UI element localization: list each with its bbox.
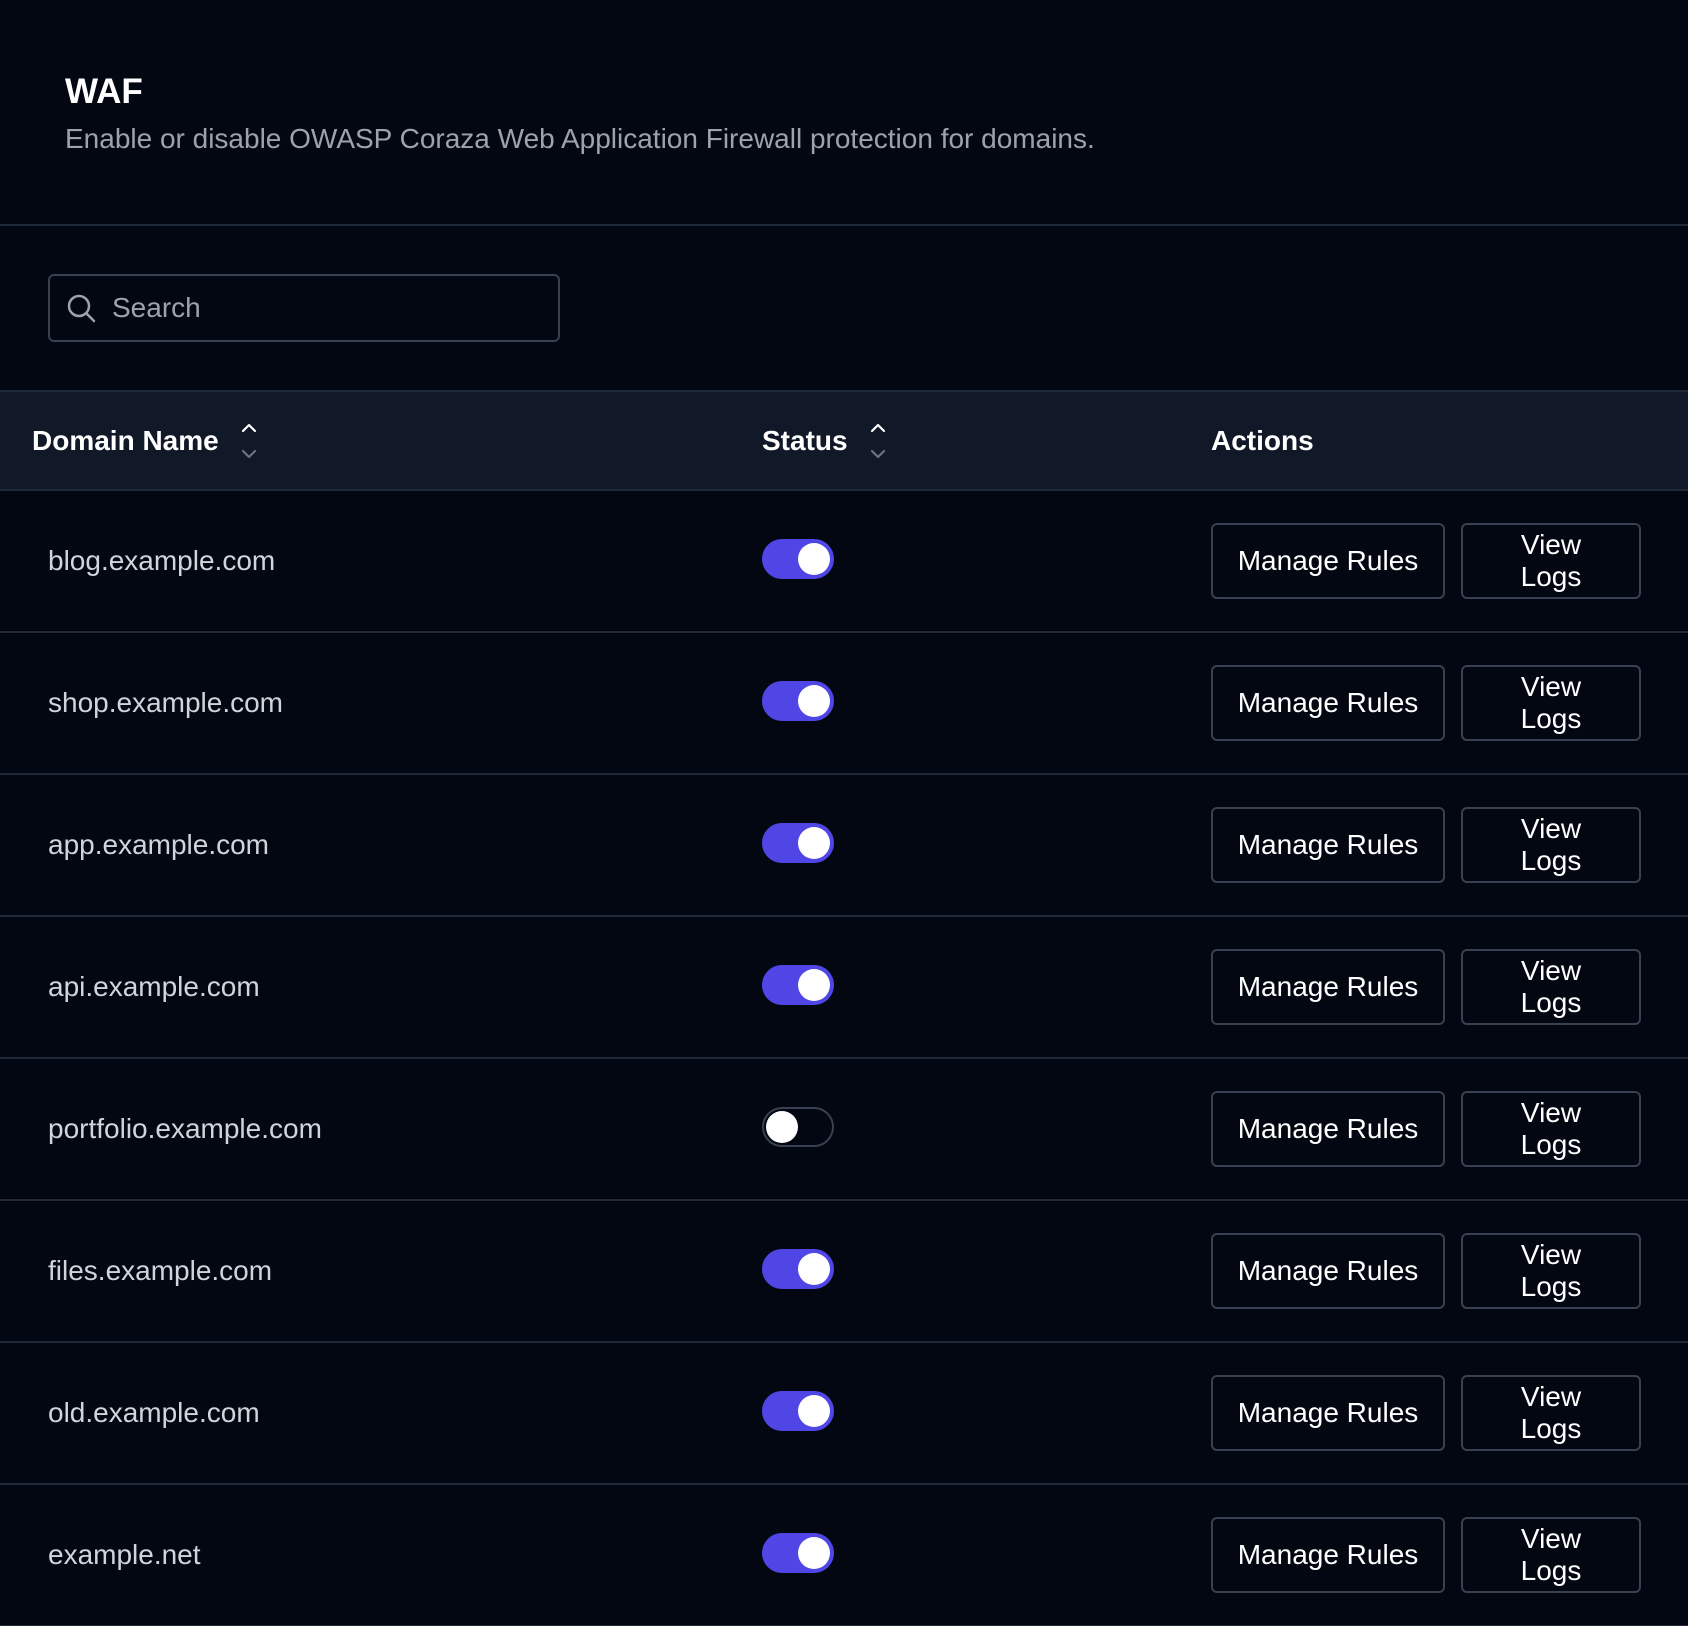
- toggle-knob: [798, 827, 830, 859]
- view-logs-button[interactable]: View Logs: [1461, 523, 1641, 599]
- row-actions: Manage Rules View Logs: [1211, 949, 1688, 1025]
- sort-icon[interactable]: [239, 417, 259, 465]
- row-actions: Manage Rules View Logs: [1211, 1517, 1688, 1593]
- view-logs-button[interactable]: View Logs: [1461, 949, 1641, 1025]
- waf-status-toggle[interactable]: [762, 681, 834, 721]
- waf-status-toggle[interactable]: [762, 965, 834, 1005]
- view-logs-button[interactable]: View Logs: [1461, 1375, 1641, 1451]
- page-subtitle: Enable or disable OWASP Coraza Web Appli…: [65, 123, 1095, 154]
- manage-rules-button[interactable]: Manage Rules: [1211, 1091, 1445, 1167]
- toggle-knob: [798, 1395, 830, 1427]
- manage-rules-button[interactable]: Manage Rules: [1211, 1517, 1445, 1593]
- column-header-status[interactable]: Status: [762, 391, 1211, 490]
- toggle-knob: [798, 685, 830, 717]
- waf-status-toggle[interactable]: [762, 823, 834, 863]
- domain-name: files.example.com: [48, 1255, 273, 1286]
- domain-name: api.example.com: [48, 971, 260, 1002]
- column-header-actions-label: Actions: [1211, 424, 1314, 456]
- domain-name: shop.example.com: [48, 687, 284, 718]
- domain-name: old.example.com: [48, 1397, 260, 1428]
- row-actions: Manage Rules View Logs: [1211, 1375, 1688, 1451]
- sort-icon[interactable]: [868, 417, 888, 465]
- manage-rules-button[interactable]: Manage Rules: [1211, 665, 1445, 741]
- row-actions: Manage Rules View Logs: [1211, 1233, 1688, 1309]
- waf-status-toggle[interactable]: [762, 1249, 834, 1289]
- table-row: app.example.com Manage Rules View Logs: [0, 774, 1688, 916]
- table-row: api.example.com Manage Rules View Logs: [0, 916, 1688, 1058]
- column-header-actions: Actions: [1211, 391, 1688, 490]
- domain-name: example.net: [48, 1539, 201, 1570]
- view-logs-button[interactable]: View Logs: [1461, 665, 1641, 741]
- table-row: shop.example.com Manage Rules View Logs: [0, 632, 1688, 774]
- waf-page: WAF Enable or disable OWASP Coraza Web A…: [0, 0, 1688, 1626]
- view-logs-button[interactable]: View Logs: [1461, 1233, 1641, 1309]
- column-header-domain[interactable]: Domain Name: [0, 391, 762, 490]
- toggle-knob: [766, 1111, 798, 1143]
- domain-name: app.example.com: [48, 829, 270, 860]
- toggle-knob: [798, 1537, 830, 1569]
- manage-rules-button[interactable]: Manage Rules: [1211, 1375, 1445, 1451]
- manage-rules-button[interactable]: Manage Rules: [1211, 1233, 1445, 1309]
- table-row: example.net Manage Rules View Logs: [0, 1484, 1688, 1626]
- row-actions: Manage Rules View Logs: [1211, 807, 1688, 883]
- search-input[interactable]: [96, 292, 558, 324]
- column-header-status-label: Status: [762, 424, 848, 456]
- domain-name: blog.example.com: [48, 545, 276, 576]
- search-area: [0, 226, 1688, 390]
- waf-status-toggle[interactable]: [762, 539, 834, 579]
- table-row: portfolio.example.com Manage Rules View …: [0, 1058, 1688, 1200]
- waf-status-toggle[interactable]: [762, 1391, 834, 1431]
- page-header: WAF Enable or disable OWASP Coraza Web A…: [0, 0, 1688, 226]
- table-row: files.example.com Manage Rules View Logs: [0, 1200, 1688, 1342]
- waf-status-toggle[interactable]: [762, 1533, 834, 1573]
- view-logs-button[interactable]: View Logs: [1461, 1517, 1641, 1593]
- row-actions: Manage Rules View Logs: [1211, 665, 1688, 741]
- row-actions: Manage Rules View Logs: [1211, 1091, 1688, 1167]
- domains-table: Domain Name Status Actions blog.example.…: [0, 390, 1688, 1626]
- manage-rules-button[interactable]: Manage Rules: [1211, 523, 1445, 599]
- domain-name: portfolio.example.com: [48, 1113, 322, 1144]
- table-row: blog.example.com Manage Rules View Logs: [0, 490, 1688, 632]
- table-header-row: Domain Name Status Actions: [0, 391, 1688, 490]
- search-icon: [67, 294, 96, 323]
- toggle-knob: [798, 969, 830, 1001]
- table-row: old.example.com Manage Rules View Logs: [0, 1342, 1688, 1484]
- waf-status-toggle[interactable]: [762, 1107, 834, 1147]
- column-header-domain-label: Domain Name: [32, 424, 219, 456]
- manage-rules-button[interactable]: Manage Rules: [1211, 949, 1445, 1025]
- view-logs-button[interactable]: View Logs: [1461, 1091, 1641, 1167]
- manage-rules-button[interactable]: Manage Rules: [1211, 807, 1445, 883]
- view-logs-button[interactable]: View Logs: [1461, 807, 1641, 883]
- search-box[interactable]: [48, 274, 560, 342]
- toggle-knob: [798, 543, 830, 575]
- page-title: WAF: [65, 72, 143, 111]
- row-actions: Manage Rules View Logs: [1211, 523, 1688, 599]
- toggle-knob: [798, 1253, 830, 1285]
